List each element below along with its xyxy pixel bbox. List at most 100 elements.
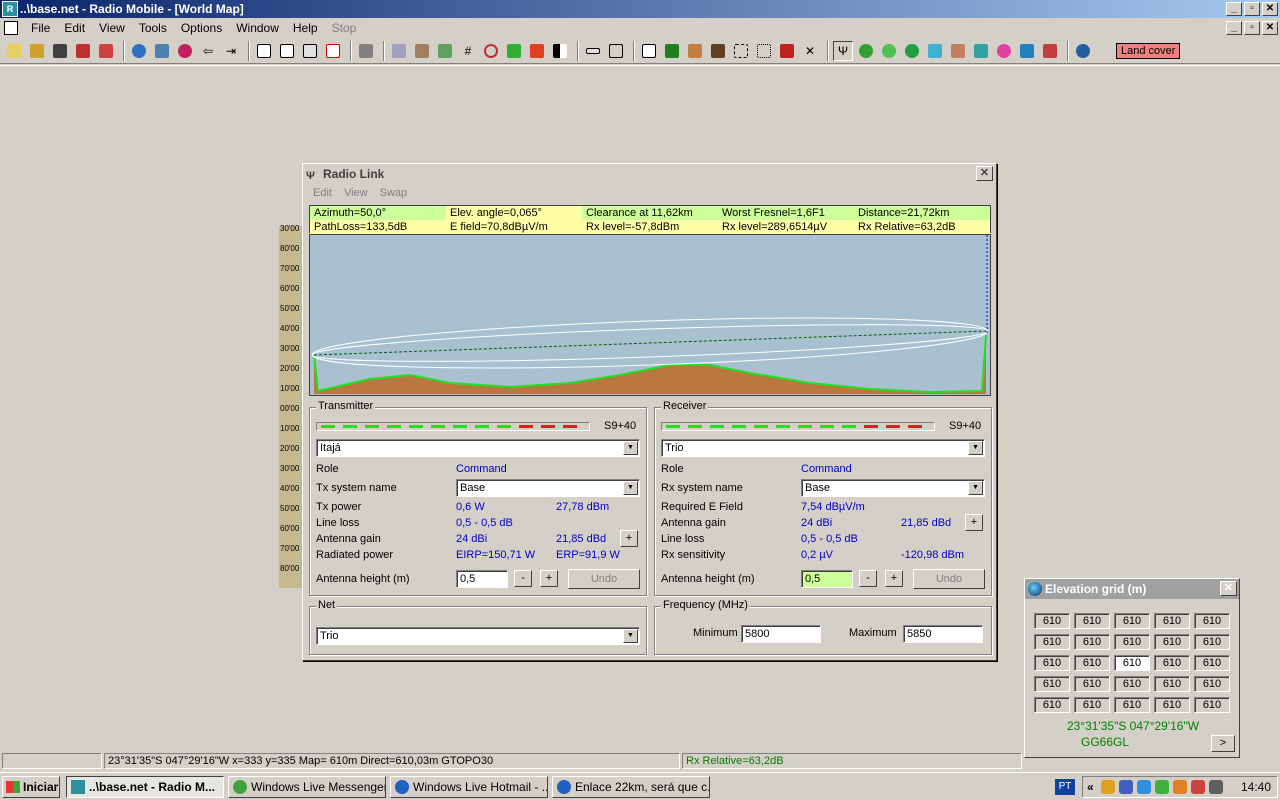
net-select[interactable]: Trio ▼	[316, 627, 640, 645]
document-icon[interactable]	[4, 21, 18, 35]
chevron-down-icon[interactable]: ▼	[968, 481, 983, 495]
map-extract-icon[interactable]	[152, 41, 172, 61]
frequency-max-input[interactable]: 5850	[903, 625, 983, 643]
select-area-icon[interactable]	[731, 41, 751, 61]
tray-messenger-icon[interactable]	[1155, 780, 1169, 794]
select-points-icon[interactable]	[754, 41, 774, 61]
mdi-restore-button[interactable]: ▫	[1244, 21, 1260, 35]
close-button[interactable]: ✕	[1262, 2, 1278, 16]
tray-security-icon[interactable]	[1119, 780, 1133, 794]
person-icon[interactable]	[685, 41, 705, 61]
rl-menu-edit[interactable]: Edit	[307, 187, 338, 199]
tx-antenna-details-button[interactable]: +	[620, 530, 638, 547]
elevation-icon[interactable]	[504, 41, 524, 61]
copy-icon[interactable]	[389, 41, 409, 61]
task-enlace[interactable]: Enlace 22km, será que c...	[552, 776, 710, 798]
rl-menu-swap[interactable]: Swap	[374, 187, 414, 199]
landscape-icon[interactable]	[1017, 41, 1037, 61]
print-icon[interactable]	[356, 41, 376, 61]
combined-icon[interactable]	[902, 41, 922, 61]
elevation-grid-close-button[interactable]: ✕	[1220, 581, 1237, 596]
radio-link-close-button[interactable]: ✕	[976, 166, 993, 181]
arrow-left-icon[interactable]: ⇦	[198, 41, 218, 61]
paste-icon[interactable]	[412, 41, 432, 61]
save-icon[interactable]	[50, 41, 70, 61]
menu-window[interactable]: Window	[229, 21, 286, 35]
chevron-down-icon[interactable]: ▼	[968, 441, 983, 455]
mdi-close-button[interactable]: ✕	[1262, 21, 1278, 35]
cross-icon[interactable]: ✕	[800, 41, 820, 61]
rx-antenna-details-button[interactable]: +	[965, 514, 983, 531]
polar-icon[interactable]	[879, 41, 899, 61]
ruler-icon[interactable]	[583, 41, 603, 61]
tray-bluetooth-icon[interactable]	[1137, 780, 1151, 794]
tray-update-icon[interactable]	[1173, 780, 1187, 794]
task-messenger[interactable]: Windows Live Messenger	[228, 776, 386, 798]
elevation-grid-titlebar[interactable]: Elevation grid (m) ✕	[1025, 579, 1239, 599]
rx-system-select[interactable]: Base ▼	[801, 479, 985, 497]
chevron-down-icon[interactable]: ▼	[623, 441, 638, 455]
rings-icon[interactable]	[481, 41, 501, 61]
tx-height-decrement-button[interactable]: -	[514, 570, 532, 587]
nodes-icon[interactable]	[1040, 41, 1060, 61]
rx-height-input[interactable]: 0,5	[801, 570, 853, 588]
start-button[interactable]: Iniciar	[2, 776, 60, 798]
task-radio-mobile[interactable]: ..\base.net - Radio M...	[66, 776, 224, 798]
rl-menu-view[interactable]: View	[338, 187, 374, 199]
page-icon[interactable]	[254, 41, 274, 61]
tx-height-input[interactable]: 0,5	[456, 570, 508, 588]
frame-icon[interactable]	[606, 41, 626, 61]
land-cover-button[interactable]: Land cover	[1116, 42, 1181, 59]
open-folder-icon[interactable]	[27, 41, 47, 61]
terrain-icon[interactable]	[435, 41, 455, 61]
frequency-min-input[interactable]: 5800	[741, 625, 821, 643]
minimize-button[interactable]: _	[1226, 2, 1242, 16]
arrow-right-bar-icon[interactable]: ⇥	[221, 41, 241, 61]
page-export-icon[interactable]	[277, 41, 297, 61]
radio-mobile-app-icon[interactable]: R	[2, 1, 18, 17]
menu-help[interactable]: Help	[286, 21, 325, 35]
page-tool-icon[interactable]	[323, 41, 343, 61]
page-save-icon[interactable]	[300, 41, 320, 61]
restore-button[interactable]: ▫	[1244, 2, 1260, 16]
mdi-minimize-button[interactable]: _	[1226, 21, 1242, 35]
rx-unit-select[interactable]: Trio ▼	[661, 439, 985, 457]
target-icon[interactable]	[175, 41, 195, 61]
language-indicator[interactable]: PT	[1055, 779, 1075, 795]
scale-bar-icon[interactable]	[550, 41, 570, 61]
tx-system-select[interactable]: Base ▼	[456, 479, 640, 497]
tx-unit-select[interactable]: Itajá ▼	[316, 439, 640, 457]
map-icon[interactable]	[662, 41, 682, 61]
menu-file[interactable]: File	[24, 21, 57, 35]
rainbow-icon[interactable]	[527, 41, 547, 61]
path-profile-view[interactable]	[309, 234, 991, 396]
network-icon[interactable]	[73, 41, 93, 61]
tray-expand-button[interactable]: «	[1087, 780, 1094, 794]
chevron-down-icon[interactable]: ▼	[623, 629, 638, 643]
task-hotmail[interactable]: Windows Live Hotmail - ...	[390, 776, 548, 798]
elevation-next-button[interactable]: >	[1211, 735, 1235, 752]
tray-monitor-icon[interactable]	[1209, 780, 1223, 794]
new-file-icon[interactable]	[4, 41, 24, 61]
chevron-down-icon[interactable]: ▼	[623, 481, 638, 495]
rx-height-decrement-button[interactable]: -	[859, 570, 877, 587]
globe-icon[interactable]	[129, 41, 149, 61]
delete-icon[interactable]	[777, 41, 797, 61]
drop-icon[interactable]	[708, 41, 728, 61]
tray-antivirus-icon[interactable]	[1191, 780, 1205, 794]
menu-options[interactable]: Options	[174, 21, 229, 35]
cylinder-icon[interactable]	[925, 41, 945, 61]
network-map-icon[interactable]	[971, 41, 991, 61]
tower-icon[interactable]	[948, 41, 968, 61]
tx-height-increment-button[interactable]: +	[540, 570, 558, 587]
grid-icon[interactable]: #	[458, 41, 478, 61]
radio-link-icon[interactable]: Ψ	[833, 40, 853, 61]
menu-edit[interactable]: Edit	[57, 21, 92, 35]
radio-link-titlebar[interactable]: Ψ Radio Link ✕	[303, 164, 996, 184]
menu-tools[interactable]: Tools	[132, 21, 174, 35]
rx-height-increment-button[interactable]: +	[885, 570, 903, 587]
web-globe-icon[interactable]	[1073, 41, 1093, 61]
balloon-icon[interactable]	[994, 41, 1014, 61]
radio-coverage-icon[interactable]	[856, 41, 876, 61]
table-icon[interactable]	[639, 41, 659, 61]
